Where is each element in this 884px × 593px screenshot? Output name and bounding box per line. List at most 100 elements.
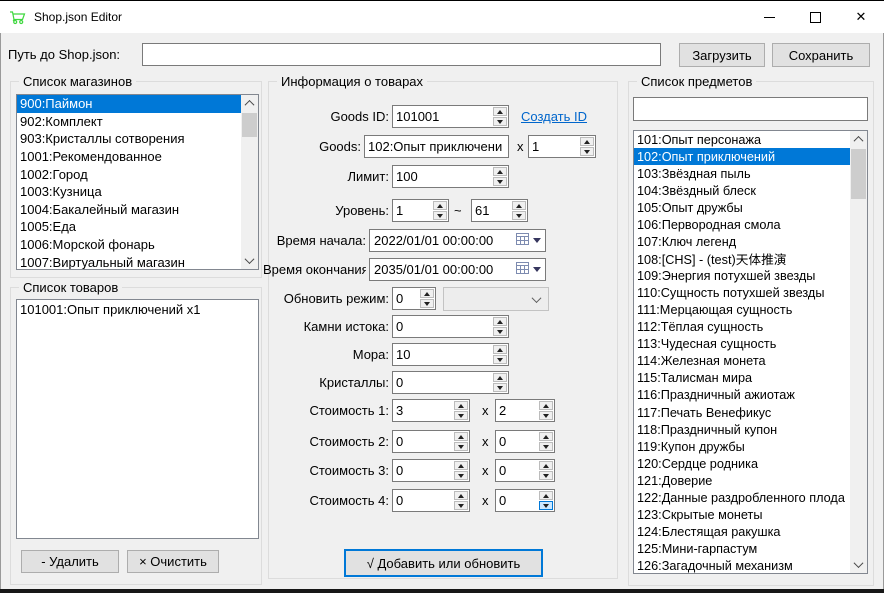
scroll-down-icon[interactable] (241, 252, 258, 269)
list-item[interactable]: 118:Праздничный купон (634, 421, 850, 438)
list-item[interactable]: 108:[CHS] - (test)天体推演 (634, 250, 850, 267)
cost4-item-spinner[interactable]: 0 (392, 489, 470, 512)
list-item[interactable]: 101:Опыт персонажа (634, 131, 850, 148)
list-item[interactable]: 124:Блестящая ракушка (634, 523, 850, 540)
shops-scrollbar[interactable] (241, 95, 258, 269)
items-scrollbar[interactable] (850, 131, 867, 573)
limit-spinner[interactable]: 100 (392, 165, 509, 188)
spinner-arrows-icon[interactable] (538, 490, 554, 511)
list-item[interactable]: 902:Комплект (17, 113, 241, 131)
spinner-arrows-icon[interactable] (492, 166, 508, 187)
list-item[interactable]: 121:Доверие (634, 472, 850, 489)
goods-count-spinner[interactable]: 1 (528, 135, 596, 158)
refresh-mode-spinner[interactable]: 0 (392, 287, 436, 310)
spinner-arrows-icon[interactable] (453, 460, 469, 481)
cost3-item-spinner[interactable]: 0 (392, 459, 470, 482)
list-item[interactable]: 115:Талисман мира (634, 370, 850, 387)
cost3-count-spinner[interactable]: 0 (495, 459, 555, 482)
scroll-up-icon[interactable] (241, 95, 258, 112)
list-item[interactable]: 113:Чудесная сущность (634, 336, 850, 353)
cost2-count-spinner[interactable]: 0 (495, 430, 555, 453)
list-item[interactable]: 111:Мерцающая сущность (634, 302, 850, 319)
level-min-spinner[interactable]: 1 (392, 199, 449, 222)
spinner-arrows-icon[interactable] (511, 200, 527, 221)
scrollbar-thumb[interactable] (851, 149, 866, 199)
mora-spinner[interactable]: 10 (392, 343, 509, 366)
clear-button[interactable]: × Очистить (127, 550, 219, 573)
goods-id-spinner[interactable]: 101001 (392, 105, 509, 128)
list-item[interactable]: 103:Звёздная пыль (634, 165, 850, 182)
list-item[interactable]: 1005:Еда (17, 218, 241, 236)
start-time-picker[interactable]: 2022/01/01 00:00:00 (369, 229, 546, 252)
list-item[interactable]: 119:Купон дружбы (634, 438, 850, 455)
list-item[interactable]: 102:Опыт приключений (634, 148, 850, 165)
list-item[interactable]: 101001:Опыт приключений x1 (17, 300, 258, 318)
list-item[interactable]: 900:Паймон (17, 95, 241, 113)
cost2-item-spinner[interactable]: 0 (392, 430, 470, 453)
spinner-arrows-icon[interactable] (492, 316, 508, 337)
minimize-button[interactable] (746, 1, 792, 33)
cost1-count-spinner[interactable]: 2 (495, 399, 555, 422)
spinner-arrows-icon[interactable] (538, 431, 554, 452)
list-item[interactable]: 125:Мини-гарпастум (634, 541, 850, 558)
scroll-up-icon[interactable] (850, 131, 867, 148)
spinner-arrows-icon[interactable] (432, 200, 448, 221)
list-item[interactable]: 116:Праздничный ажиотаж (634, 387, 850, 404)
path-input[interactable] (142, 43, 661, 66)
list-item[interactable]: 122:Данные раздробленного плода (634, 489, 850, 506)
list-item[interactable]: 109:Энергия потухшей звезды (634, 268, 850, 285)
spinner-arrows-icon[interactable] (419, 288, 435, 309)
list-item[interactable]: 903:Кристаллы сотворения (17, 130, 241, 148)
list-item[interactable]: 120:Сердце родника (634, 455, 850, 472)
maximize-button[interactable] (792, 1, 838, 33)
list-item[interactable]: 112:Тёплая сущность (634, 319, 850, 336)
end-time-picker[interactable]: 2035/01/01 00:00:00 (369, 258, 546, 281)
items-listbox[interactable]: 101:Опыт персонажа102:Опыт приключений10… (633, 130, 868, 574)
list-item[interactable]: 1002:Город (17, 165, 241, 183)
add-or-update-button[interactable]: √ Добавить или обновить (344, 549, 543, 577)
list-item[interactable]: 1004:Бакалейный магазин (17, 201, 241, 219)
list-item[interactable]: 1003:Кузница (17, 183, 241, 201)
list-item[interactable]: 1001:Рекомендованное (17, 148, 241, 166)
spinner-arrows-icon[interactable] (492, 106, 508, 127)
list-item[interactable]: 1006:Морской фонарь (17, 236, 241, 254)
create-id-link[interactable]: Создать ID (521, 109, 587, 124)
close-button[interactable]: ✕ (838, 1, 884, 33)
cart-listbox[interactable]: 101001:Опыт приключений x1 (16, 299, 259, 539)
list-item[interactable]: 105:Опыт дружбы (634, 199, 850, 216)
spinner-arrows-icon[interactable] (453, 490, 469, 511)
cost4-count-spinner[interactable]: 0 (495, 489, 555, 512)
list-item[interactable]: 123:Скрытые монеты (634, 506, 850, 523)
crystals-spinner[interactable]: 0 (392, 371, 509, 394)
list-item[interactable]: 126:Загадочный механизм (634, 558, 850, 574)
spinner-arrows-icon[interactable] (492, 372, 508, 393)
list-item[interactable]: 110:Сущность потухшей звезды (634, 285, 850, 302)
items-search-input[interactable] (633, 97, 868, 121)
spinner-arrows-icon[interactable] (538, 400, 554, 421)
list-item[interactable]: 1007:Виртуальный магазин (17, 253, 241, 270)
scroll-down-icon[interactable] (850, 556, 867, 573)
shops-listbox[interactable]: 900:Паймон902:Комплект903:Кристаллы сотв… (16, 94, 259, 270)
refresh-mode-combobox[interactable] (443, 287, 549, 311)
level-max-spinner[interactable]: 61 (471, 199, 528, 222)
save-button[interactable]: Сохранить (772, 43, 870, 67)
cost1-item-spinner[interactable]: 3 (392, 399, 470, 422)
load-button[interactable]: Загрузить (679, 43, 765, 67)
spinner-arrows-icon[interactable] (492, 344, 508, 365)
spinner-arrows-icon[interactable] (453, 400, 469, 421)
list-item[interactable]: 117:Печать Венефикус (634, 404, 850, 421)
primogems-spinner[interactable]: 0 (392, 315, 509, 338)
items-groupbox: Список предметов 101:Опыт персонажа102:О… (628, 81, 874, 586)
spinner-arrows-icon[interactable] (579, 136, 595, 157)
delete-button[interactable]: - Удалить (21, 550, 119, 573)
goods-input[interactable]: 102:Опыт приключени (364, 135, 509, 158)
list-item[interactable]: 107:Ключ легенд (634, 233, 850, 250)
dropdown-caret-icon[interactable] (533, 238, 541, 243)
scrollbar-thumb[interactable] (242, 113, 257, 137)
list-item[interactable]: 114:Железная монета (634, 353, 850, 370)
list-item[interactable]: 104:Звёздный блеск (634, 182, 850, 199)
list-item[interactable]: 106:Первородная смола (634, 216, 850, 233)
spinner-arrows-icon[interactable] (538, 460, 554, 481)
dropdown-caret-icon[interactable] (533, 267, 541, 272)
spinner-arrows-icon[interactable] (453, 431, 469, 452)
